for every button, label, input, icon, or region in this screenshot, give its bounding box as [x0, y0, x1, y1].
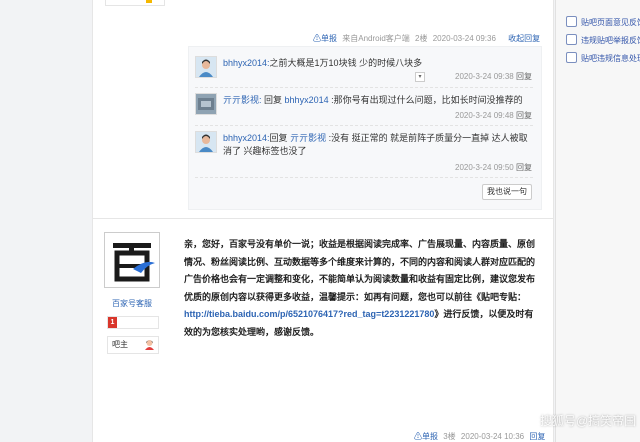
post-source: 来自Android客户端 — [342, 34, 410, 43]
watermark: 搜狐号@搞笑帝国 — [540, 414, 637, 428]
divider — [195, 125, 533, 126]
avatar[interactable] — [195, 93, 217, 115]
level-number: 1 — [108, 317, 117, 328]
report-icon — [566, 34, 577, 45]
sidebar-link-feedback[interactable]: 贴吧页面意见反馈 — [566, 16, 640, 28]
user-card-bottom — [105, 0, 165, 6]
reply-button[interactable]: 回复 — [516, 72, 532, 81]
sidebar-link-label: 违规贴吧举报反馈 — [581, 36, 640, 45]
sidebar-link-report[interactable]: 违规贴吧举报反馈 — [566, 34, 640, 46]
reply-button[interactable]: 回复 — [529, 432, 545, 441]
role-label: 吧主 — [112, 340, 128, 349]
say-something-button[interactable]: 我也说一句 — [482, 184, 532, 200]
avatar[interactable] — [195, 56, 217, 78]
reply-username[interactable]: 亓亓影视: — [223, 95, 262, 105]
reply-text: bhhyx2014:回复 亓亓影视 :没有 挺正常的 就是前阵子质量分一直掉 达… — [223, 132, 528, 158]
report-label: 单报 — [422, 432, 438, 441]
reply-to-username[interactable]: bhhyx2014 — [285, 95, 329, 105]
chevron-down-icon[interactable]: ▾ — [415, 72, 425, 82]
report-link[interactable]: ⚠单报 — [414, 432, 438, 441]
feedback-icon — [566, 16, 577, 27]
reply-text: bhhyx2014:之前大概是1万10块钱 少的时候八块多 — [223, 57, 528, 70]
reply-button[interactable]: 回复 — [516, 163, 532, 172]
reply-meta: 2020-3-24 09:38 回复 — [455, 71, 532, 82]
sidebar-link-label: 贴吧违规信息处理 — [581, 54, 640, 63]
report-label: 单报 — [321, 34, 337, 43]
post-tail-bar: ⚠单报 来自Android客户端 2楼 2020-03-24 09:36 收起回… — [313, 33, 540, 44]
divider — [195, 177, 533, 178]
role-badge: 吧主 — [107, 336, 159, 354]
reply-content: :那你号有出现过什么问题，比如长时间没推荐的 — [328, 95, 523, 105]
divider — [195, 87, 533, 88]
author-name[interactable]: 百家号客服 — [112, 298, 152, 309]
avatar[interactable] — [195, 131, 217, 153]
reply-time: 2020-3-24 09:38 — [455, 72, 514, 81]
post-link[interactable]: http://tieba.baidu.com/p/6521076417?red_… — [184, 309, 434, 319]
reply-to-username[interactable]: 亓亓影视 — [290, 133, 326, 143]
reply-username[interactable]: bhhyx2014: — [223, 133, 270, 143]
post-text: 亲，您好，百家号没有单价一说；收益是根据阅读完成率、广告展现量、内容质量、原创情… — [184, 239, 536, 302]
floor-divider — [92, 218, 554, 219]
reply-text: 亓亓影视: 回复 bhhyx2014 :那你号有出现过什么问题，比如长时间没推荐… — [223, 94, 528, 107]
reply-time: 2020-3-24 09:50 — [455, 163, 514, 172]
admin-avatar-icon — [144, 339, 155, 350]
violation-icon — [566, 52, 577, 63]
reply-prefix: 回复 — [269, 133, 291, 143]
reply-username[interactable]: bhhyx2014: — [223, 58, 270, 68]
post-content: 亲，您好，百家号没有单价一说；收益是根据阅读完成率、广告展现量、内容质量、原创情… — [184, 236, 540, 341]
level-badge[interactable]: 1 — [107, 316, 159, 329]
collapse-replies-button[interactable]: 收起回复 — [508, 34, 540, 43]
reply-time: 2020-3-24 09:48 — [455, 111, 514, 120]
level-dot-icon — [146, 0, 152, 3]
report-link[interactable]: ⚠单报 — [313, 34, 337, 43]
reply-meta: 2020-3-24 09:48 回复 — [455, 110, 532, 121]
floor-number: 2楼 — [415, 34, 428, 43]
reply-button[interactable]: 回复 — [516, 111, 532, 120]
sidebar-link-violation[interactable]: 贴吧违规信息处理 — [566, 52, 640, 64]
reply-meta: 2020-3-24 09:50 回复 — [455, 162, 532, 173]
baijiahao-logo-icon — [105, 233, 159, 287]
post-time: 2020-03-24 09:36 — [432, 34, 496, 43]
avatar[interactable] — [104, 232, 160, 288]
post-time: 2020-03-24 10:36 — [460, 432, 525, 441]
sidebar-link-label: 贴吧页面意见反馈 — [581, 18, 640, 27]
post-tail-bar: ⚠单报 3楼 2020-03-24 10:36 回复 — [414, 431, 545, 442]
reply-prefix: 回复 — [264, 95, 285, 105]
right-sidebar — [555, 0, 640, 442]
floor-number: 3楼 — [443, 432, 456, 441]
reply-content: 之前大概是1万10块钱 少的时候八块多 — [269, 58, 423, 68]
